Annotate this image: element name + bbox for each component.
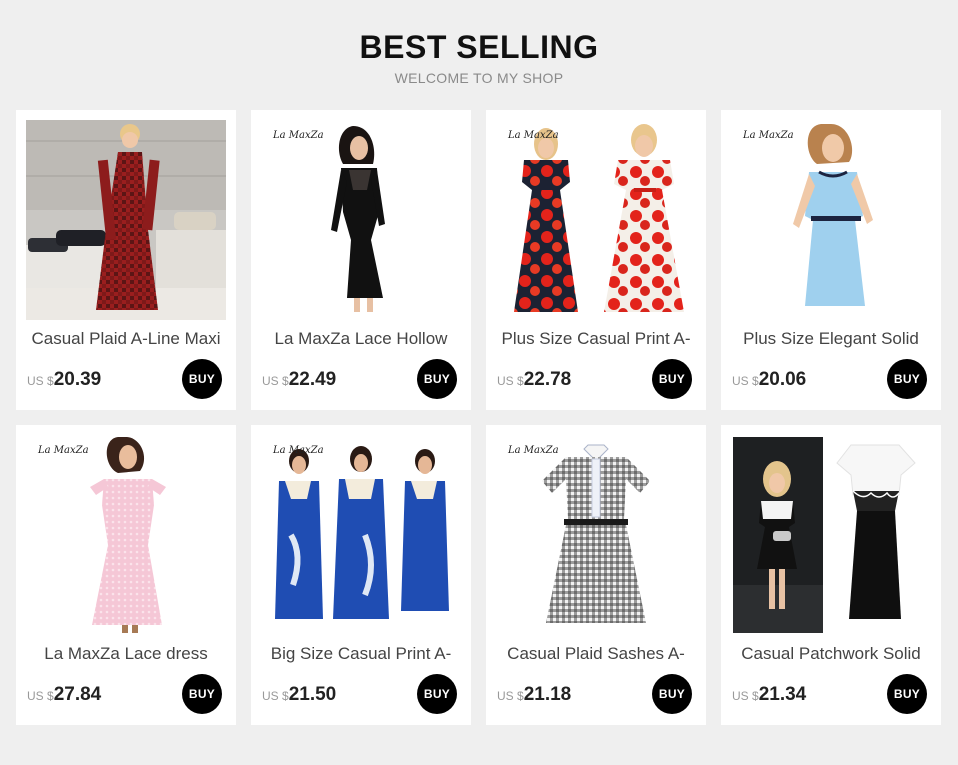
product-grid: Casual Plaid A-Line Maxi US $20.39 BUY L… [16,110,942,725]
buy-button[interactable]: BUY [652,674,692,714]
product-card[interactable]: La MaxZa La MaxZa Lace Hollow US $22.49 … [251,110,471,410]
buy-button[interactable]: BUY [417,674,457,714]
product-name[interactable]: Big Size Casual Print A- [259,643,463,665]
pink-lace-gown-photo[interactable]: La MaxZa [26,435,226,635]
product-price: US $27.84 [27,683,101,708]
blue-print-dress-photo[interactable]: La MaxZa [261,435,461,635]
page-header: BEST SELLING WELCOME TO MY SHOP [0,28,958,86]
product-price: US $22.49 [262,368,336,393]
price-amount: 22.49 [288,369,337,390]
product-name[interactable]: Plus Size Casual Print A- [494,328,698,350]
price-amount: 20.06 [758,369,807,390]
product-name[interactable]: Casual Patchwork Solid [729,643,933,665]
currency-label: US $ [732,689,759,703]
brand-logo: La MaxZa [508,130,559,141]
price-amount: 21.34 [758,684,807,705]
currency-label: US $ [262,689,289,703]
product-price: US $20.06 [732,368,806,393]
product-name[interactable]: Casual Plaid Sashes A- [494,643,698,665]
blue-sheath-dress-photo[interactable]: La MaxZa [731,120,931,320]
product-card[interactable]: La MaxZa Casual Plaid Sashes A- US $21.1… [486,425,706,725]
brand-logo: La MaxZa [273,445,324,456]
product-card[interactable]: La MaxZa La MaxZa Lace dress US $27.84 B… [16,425,236,725]
product-price: US $21.50 [262,683,336,708]
product-price: US $21.18 [497,683,571,708]
product-card[interactable]: La MaxZa [251,425,471,725]
gingham-dress-photo[interactable]: La MaxZa [496,435,696,635]
product-card[interactable]: La MaxZa [486,110,706,410]
buy-button[interactable]: BUY [182,359,222,399]
price-amount: 21.18 [523,684,572,705]
product-name[interactable]: Plus Size Elegant Solid [729,328,933,350]
product-price: US $21.34 [732,683,806,708]
brand-logo: La MaxZa [38,445,89,456]
price-amount: 21.50 [288,684,337,705]
currency-label: US $ [27,689,54,703]
plaid-maxi-dress-photo[interactable] [26,120,226,320]
brand-logo: La MaxZa [508,445,559,456]
product-name[interactable]: La MaxZa Lace Hollow [259,328,463,350]
floral-print-dress-photo[interactable]: La MaxZa [496,120,696,320]
currency-label: US $ [732,374,759,388]
product-name[interactable]: Casual Plaid A-Line Maxi [24,328,228,350]
brand-logo: La MaxZa [743,130,794,141]
product-card[interactable]: Casual Patchwork Solid US $21.34 BUY [721,425,941,725]
product-price: US $20.39 [27,368,101,393]
currency-label: US $ [27,374,54,388]
buy-button[interactable]: BUY [417,359,457,399]
currency-label: US $ [497,374,524,388]
buy-button[interactable]: BUY [887,674,927,714]
currency-label: US $ [497,689,524,703]
black-lace-dress-photo[interactable]: La MaxZa [261,120,461,320]
page-title: BEST SELLING [359,29,599,65]
brand-logo: La MaxZa [273,130,324,141]
product-card[interactable]: La MaxZa Plus Size Elegant Solid US $20.… [721,110,941,410]
buy-button[interactable]: BUY [182,674,222,714]
currency-label: US $ [262,374,289,388]
price-amount: 22.78 [523,369,572,390]
product-price: US $22.78 [497,368,571,393]
product-name[interactable]: La MaxZa Lace dress [24,643,228,665]
buy-button[interactable]: BUY [887,359,927,399]
patchwork-dress-photo[interactable] [731,435,931,635]
price-amount: 27.84 [53,684,102,705]
price-amount: 20.39 [53,369,102,390]
product-card[interactable]: Casual Plaid A-Line Maxi US $20.39 BUY [16,110,236,410]
page-subtitle: WELCOME TO MY SHOP [394,70,564,86]
buy-button[interactable]: BUY [652,359,692,399]
